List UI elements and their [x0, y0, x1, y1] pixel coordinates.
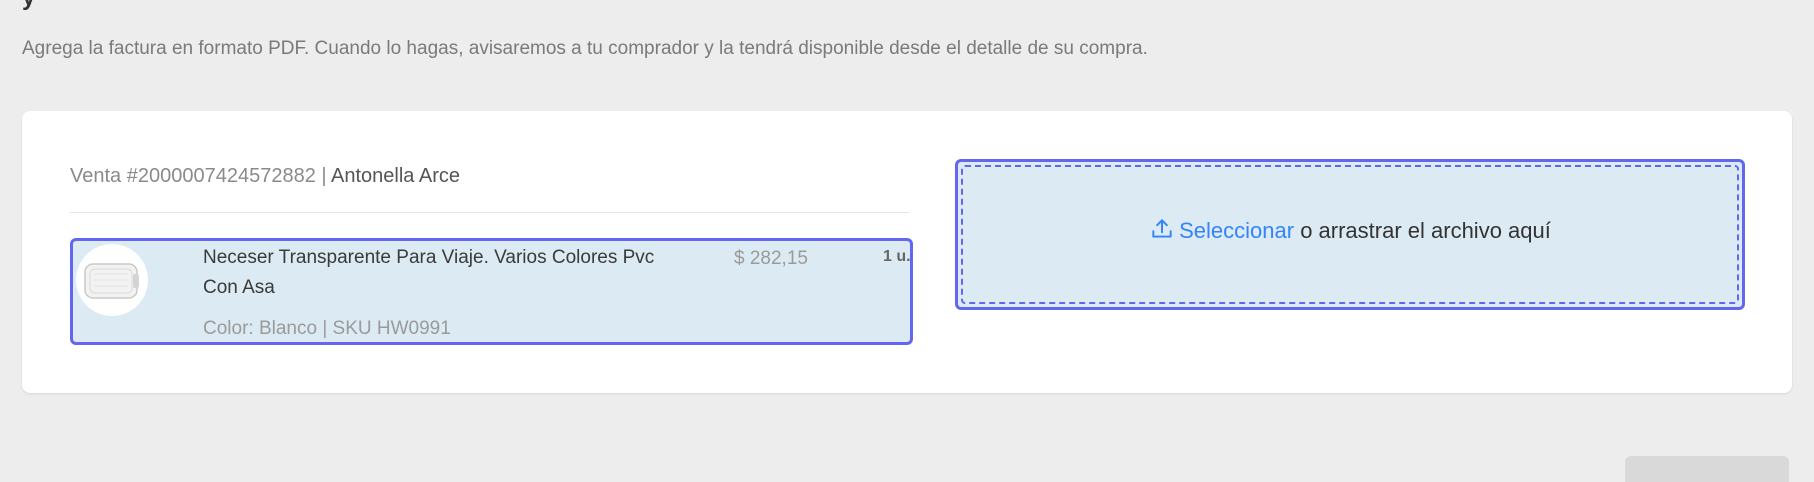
sale-number: Venta #2000007424572882: [70, 165, 316, 187]
invoice-upload-page: y Agrega la factura en formato PDF. Cuan…: [0, 0, 1814, 482]
file-dropzone[interactable]: Seleccionar o arrastrar el archivo aquí: [955, 159, 1745, 310]
section-title-fragment: y: [22, 0, 35, 10]
primary-action-button[interactable]: [1625, 456, 1789, 482]
buyer-name: Antonella Arce: [331, 165, 461, 187]
intro-text: Agrega la factura en formato PDF. Cuando…: [22, 38, 1148, 59]
product-price: $ 282,15: [734, 248, 808, 269]
sale-separator: |: [315, 165, 332, 187]
product-attributes: Color: Blanco | SKU HW0991: [203, 318, 451, 339]
product-title: Neceser Transparente Para Viaje. Varios …: [203, 247, 655, 298]
sale-header: Venta #2000007424572882 | Antonella Arce: [70, 165, 460, 188]
product-thumbnail: [76, 244, 148, 316]
dropzone-label: Seleccionar o arrastrar el archivo aquí: [958, 216, 1742, 244]
divider: [70, 212, 909, 213]
drag-file-text: o arrastrar el archivo aquí: [1294, 218, 1551, 243]
select-file-link[interactable]: Seleccionar: [1179, 218, 1294, 243]
sale-card: Venta #2000007424572882 | Antonella Arce…: [22, 111, 1792, 393]
product-item[interactable]: Neceser Transparente Para Viaje. Varios …: [70, 238, 913, 345]
product-quantity: 1 u.: [883, 248, 911, 265]
upload-icon[interactable]: [1149, 216, 1175, 242]
